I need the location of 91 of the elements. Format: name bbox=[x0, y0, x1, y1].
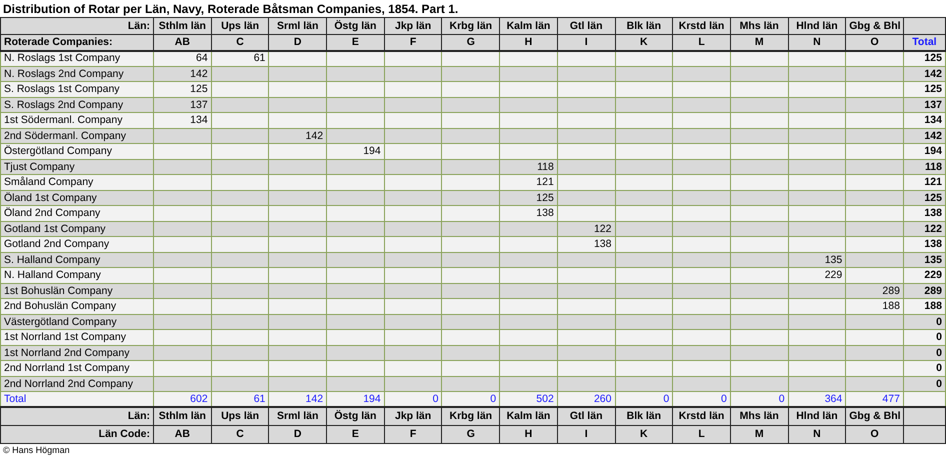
table-cell: 121 bbox=[500, 174, 558, 190]
column-header: Blk län bbox=[615, 407, 673, 425]
column-code: I bbox=[557, 34, 615, 50]
column-header: Ups län bbox=[211, 18, 269, 34]
column-header: Krstd län bbox=[672, 18, 730, 34]
total-cell: 125 bbox=[903, 50, 946, 66]
column-code: L bbox=[672, 34, 730, 50]
header-label: Län: bbox=[0, 407, 154, 425]
column-code: O bbox=[846, 34, 904, 50]
column-header: Krbg län bbox=[442, 18, 500, 34]
column-header: Östg län bbox=[326, 407, 384, 425]
column-code: I bbox=[557, 425, 615, 443]
row-label: N. Roslags 1st Company bbox=[0, 50, 154, 66]
column-header: Ups län bbox=[211, 407, 269, 425]
column-code: E bbox=[326, 425, 384, 443]
row-label: 1st Norrland 1st Company bbox=[0, 330, 154, 345]
column-code: H bbox=[500, 34, 558, 50]
total-cell: 188 bbox=[903, 298, 946, 314]
row-label: Östergötland Company bbox=[0, 144, 154, 159]
column-code: D bbox=[268, 34, 327, 50]
table-cell: 229 bbox=[788, 268, 846, 283]
row-label: S. Roslags 1st Company bbox=[0, 82, 154, 97]
column-code: C bbox=[211, 425, 269, 443]
column-header: Krstd län bbox=[672, 407, 730, 425]
column-code: AB bbox=[154, 425, 212, 443]
column-header: Kalm län bbox=[500, 407, 558, 425]
column-code: H bbox=[500, 425, 558, 443]
column-code: C bbox=[211, 34, 269, 50]
column-code: N bbox=[788, 425, 846, 443]
row-label: Öland 2nd Company bbox=[0, 206, 154, 221]
header-label: Roterade Companies: bbox=[0, 34, 154, 50]
column-header: Gbg & Bhl bbox=[846, 407, 904, 425]
column-header: Jkp län bbox=[384, 18, 442, 34]
row-label: 2nd Norrland 1st Company bbox=[0, 360, 154, 376]
column-header: Kalm län bbox=[500, 18, 558, 34]
copyright-note: © Hans Högman bbox=[2, 444, 71, 454]
row-label: 2nd Bohuslän Company bbox=[0, 298, 154, 314]
table-cell: 61 bbox=[211, 50, 269, 66]
total-cell: 0 bbox=[903, 360, 946, 376]
table-cell: 138 bbox=[500, 206, 558, 221]
column-header: Mhs län bbox=[730, 18, 788, 34]
column-header: Krbg län bbox=[442, 407, 500, 425]
header-label: Län Code: bbox=[0, 425, 154, 443]
column-code: M bbox=[730, 34, 788, 50]
column-code: F bbox=[384, 425, 442, 443]
column-code: F bbox=[384, 34, 442, 50]
total-cell: 229 bbox=[903, 268, 946, 283]
column-header: Srml län bbox=[268, 407, 327, 425]
column-header: Hlnd län bbox=[788, 407, 846, 425]
column-header: Sthlm län bbox=[154, 18, 212, 34]
column-code: D bbox=[268, 425, 327, 443]
column-header: Sthlm län bbox=[154, 407, 212, 425]
column-code: K bbox=[615, 34, 673, 50]
table-cell: 125 bbox=[154, 82, 212, 97]
column-header: Mhs län bbox=[730, 407, 788, 425]
row-label: 1st Södermanl. Company bbox=[0, 112, 154, 128]
column-header: Gtl län bbox=[557, 18, 615, 34]
total-cell: 121 bbox=[903, 174, 946, 190]
total-cell: 134 bbox=[903, 112, 946, 128]
column-code: G bbox=[442, 425, 500, 443]
table-cell: 188 bbox=[846, 298, 904, 314]
table-cell: 64 bbox=[154, 50, 212, 66]
column-code: N bbox=[788, 34, 846, 50]
column-header: Östg län bbox=[326, 18, 384, 34]
column-header: Srml län bbox=[268, 18, 327, 34]
column-code: L bbox=[672, 425, 730, 443]
total-cell: 138 bbox=[903, 206, 946, 221]
column-header: Total bbox=[903, 34, 946, 50]
column-header: Hlnd län bbox=[788, 18, 846, 34]
row-label: N. Halland Company bbox=[0, 268, 154, 283]
total-cell: 125 bbox=[903, 82, 946, 97]
table-cell: 134 bbox=[154, 112, 212, 128]
total-cell: 194 bbox=[903, 144, 946, 159]
header-label: Län: bbox=[0, 18, 154, 34]
table-cell: 138 bbox=[557, 236, 615, 252]
column-header: Jkp län bbox=[384, 407, 442, 425]
row-label: Gotland 2nd Company bbox=[0, 236, 154, 252]
column-code: M bbox=[730, 425, 788, 443]
column-header: Gbg & Bhl bbox=[846, 18, 904, 34]
column-code: K bbox=[615, 425, 673, 443]
column-header: Blk län bbox=[615, 18, 673, 34]
column-code: AB bbox=[154, 34, 212, 50]
table-cell: 194 bbox=[326, 144, 384, 159]
total-cell: 0 bbox=[903, 330, 946, 345]
sheet-title: Distribution of Rotar per Län, Navy, Roterade Båtsman Companies, 1854. Part 1. bbox=[2, 1, 460, 17]
total-cell: 138 bbox=[903, 236, 946, 252]
row-label: Småland Company bbox=[0, 174, 154, 190]
column-header: Gtl län bbox=[557, 407, 615, 425]
column-code: O bbox=[846, 425, 904, 443]
column-code: G bbox=[442, 34, 500, 50]
column-code: E bbox=[326, 34, 384, 50]
